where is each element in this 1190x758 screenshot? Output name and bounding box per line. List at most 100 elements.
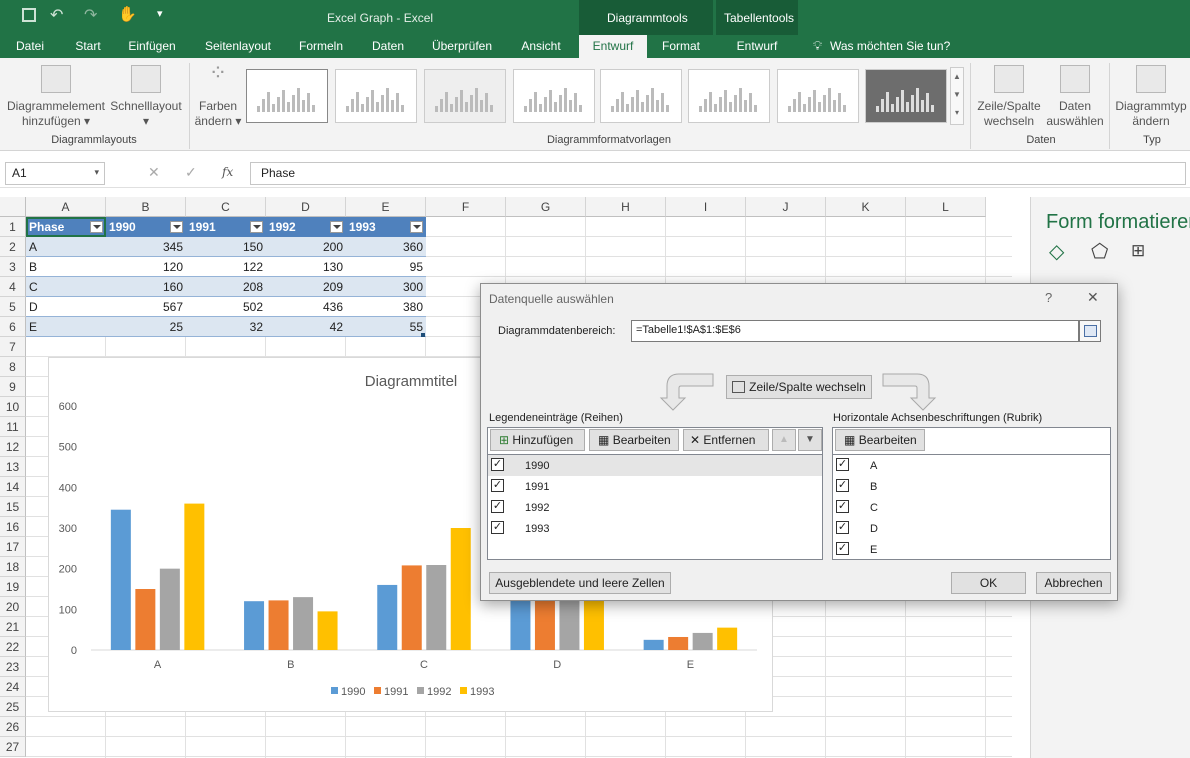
- select-all-corner[interactable]: [0, 197, 26, 217]
- chart-style-thumb[interactable]: [777, 69, 859, 123]
- row-header[interactable]: 7: [0, 337, 26, 357]
- legend-entry[interactable]: 1991: [384, 686, 408, 698]
- edit-series-button[interactable]: ▦ Bearbeiten: [589, 429, 679, 451]
- edit-axis-labels-button[interactable]: ▦ Bearbeiten: [835, 429, 925, 451]
- row-header[interactable]: 10: [0, 397, 26, 417]
- table-header-cell[interactable]: 1991: [186, 217, 266, 237]
- table-cell[interactable]: 160: [106, 277, 186, 297]
- category-list-item[interactable]: ✓ A: [833, 455, 1110, 476]
- filter-dropdown-icon[interactable]: [250, 221, 263, 233]
- bar-1993-C[interactable]: [450, 528, 471, 650]
- row-header[interactable]: 12: [0, 437, 26, 457]
- table-cell[interactable]: 345: [106, 237, 186, 257]
- series-checkbox[interactable]: ✓: [491, 500, 504, 513]
- gallery-scroll[interactable]: ▲ ▼ ▾: [950, 67, 964, 125]
- column-header[interactable]: I: [666, 197, 746, 217]
- chart-style-thumb[interactable]: [513, 69, 595, 123]
- column-header[interactable]: A: [26, 197, 106, 217]
- table-cell[interactable]: 200: [266, 237, 346, 257]
- tab-entwurf-chart[interactable]: Entwurf: [579, 35, 647, 58]
- legend-entry[interactable]: 1990: [341, 686, 365, 698]
- bar-1990-C[interactable]: [377, 584, 398, 650]
- bar-1991-A[interactable]: [135, 589, 156, 650]
- move-down-button[interactable]: ▼: [798, 429, 822, 451]
- chart-style-thumb[interactable]: [600, 69, 682, 123]
- cancel-icon[interactable]: ✕: [148, 164, 160, 181]
- category-checkbox[interactable]: ✓: [836, 521, 849, 534]
- remove-series-button[interactable]: ✕ Entfernen: [683, 429, 769, 451]
- category-list-item[interactable]: ✓ D: [833, 518, 1110, 539]
- tab-start[interactable]: Start: [66, 35, 110, 58]
- table-cell[interactable]: 130: [266, 257, 346, 277]
- enter-icon[interactable]: ✓: [185, 164, 197, 181]
- row-header[interactable]: 1: [0, 217, 26, 237]
- category-checkbox[interactable]: ✓: [836, 458, 849, 471]
- filter-dropdown-icon[interactable]: [330, 221, 343, 233]
- row-header[interactable]: 16: [0, 517, 26, 537]
- switch-row-column-button[interactable]: Zeile/Spalte wechseln: [974, 65, 1044, 129]
- bar-1992-A[interactable]: [159, 568, 180, 650]
- tab-entwurf-table[interactable]: Entwurf: [726, 35, 788, 58]
- row-header[interactable]: 26: [0, 717, 26, 737]
- row-header[interactable]: 6: [0, 317, 26, 337]
- row-header[interactable]: 3: [0, 257, 26, 277]
- table-cell[interactable]: 360: [346, 237, 426, 257]
- row-header[interactable]: 5: [0, 297, 26, 317]
- table-cell[interactable]: 42: [266, 317, 346, 337]
- bar-1990-E[interactable]: [643, 639, 664, 650]
- table-header-cell[interactable]: Phase: [26, 217, 106, 237]
- touch-mode-icon[interactable]: ✋: [118, 5, 137, 23]
- chart-style-thumb[interactable]: [424, 69, 506, 123]
- series-list-item[interactable]: ✓ 1993: [488, 518, 822, 539]
- table-cell[interactable]: A: [26, 237, 106, 257]
- column-header[interactable]: F: [426, 197, 506, 217]
- size-properties-icon[interactable]: ⊞: [1131, 241, 1145, 261]
- legend-entry[interactable]: 1992: [427, 686, 451, 698]
- table-cell[interactable]: C: [26, 277, 106, 297]
- table-cell[interactable]: 32: [186, 317, 266, 337]
- column-header[interactable]: J: [746, 197, 826, 217]
- category-checkbox[interactable]: ✓: [836, 542, 849, 555]
- bar-1992-C[interactable]: [426, 565, 447, 650]
- move-up-button[interactable]: ▲: [772, 429, 796, 451]
- row-header[interactable]: 21: [0, 617, 26, 637]
- chart-style-thumb[interactable]: [688, 69, 770, 123]
- table-cell[interactable]: 120: [106, 257, 186, 277]
- row-header[interactable]: 27: [0, 737, 26, 757]
- save-icon[interactable]: [22, 8, 36, 22]
- bar-1991-E[interactable]: [668, 636, 689, 650]
- table-cell[interactable]: E: [26, 317, 106, 337]
- category-list-item[interactable]: ✓ C: [833, 497, 1110, 518]
- row-header[interactable]: 25: [0, 697, 26, 717]
- table-cell[interactable]: 209: [266, 277, 346, 297]
- switch-row-column-dialog-button[interactable]: Zeile/Spalte wechseln: [726, 375, 872, 399]
- tab-ansicht[interactable]: Ansicht: [512, 35, 570, 58]
- column-header[interactable]: E: [346, 197, 426, 217]
- row-header[interactable]: 17: [0, 537, 26, 557]
- table-cell[interactable]: 25: [106, 317, 186, 337]
- column-header[interactable]: L: [906, 197, 986, 217]
- table-header-cell[interactable]: 1992: [266, 217, 346, 237]
- table-cell[interactable]: 380: [346, 297, 426, 317]
- change-chart-type-button[interactable]: Diagrammtyp ändern: [1112, 65, 1190, 129]
- series-checkbox[interactable]: ✓: [491, 479, 504, 492]
- category-checkbox[interactable]: ✓: [836, 479, 849, 492]
- row-header[interactable]: 13: [0, 457, 26, 477]
- cancel-button[interactable]: Abbrechen: [1036, 572, 1111, 594]
- range-input[interactable]: =Tabelle1!$A$1:$E$6: [631, 320, 1079, 342]
- quick-layout-button[interactable]: Schnelllayout ▾: [108, 65, 184, 129]
- table-header-cell[interactable]: 1990: [106, 217, 186, 237]
- tab-daten[interactable]: Daten: [364, 35, 412, 58]
- series-list-item[interactable]: ✓ 1992: [488, 497, 822, 518]
- filter-dropdown-icon[interactable]: [90, 221, 103, 233]
- column-header[interactable]: C: [186, 197, 266, 217]
- bar-1990-B[interactable]: [244, 601, 265, 650]
- table-cell[interactable]: 300: [346, 277, 426, 297]
- tab-datei[interactable]: Datei: [6, 35, 54, 58]
- category-list-item[interactable]: ✓ E: [833, 539, 1110, 560]
- add-series-button[interactable]: ⊞ Hinzufügen: [490, 429, 585, 451]
- category-checkbox[interactable]: ✓: [836, 500, 849, 513]
- bar-1992-E[interactable]: [692, 632, 713, 650]
- redo-icon[interactable]: ↷: [84, 5, 97, 25]
- hidden-empty-cells-button[interactable]: Ausgeblendete und leere Zellen: [489, 572, 671, 594]
